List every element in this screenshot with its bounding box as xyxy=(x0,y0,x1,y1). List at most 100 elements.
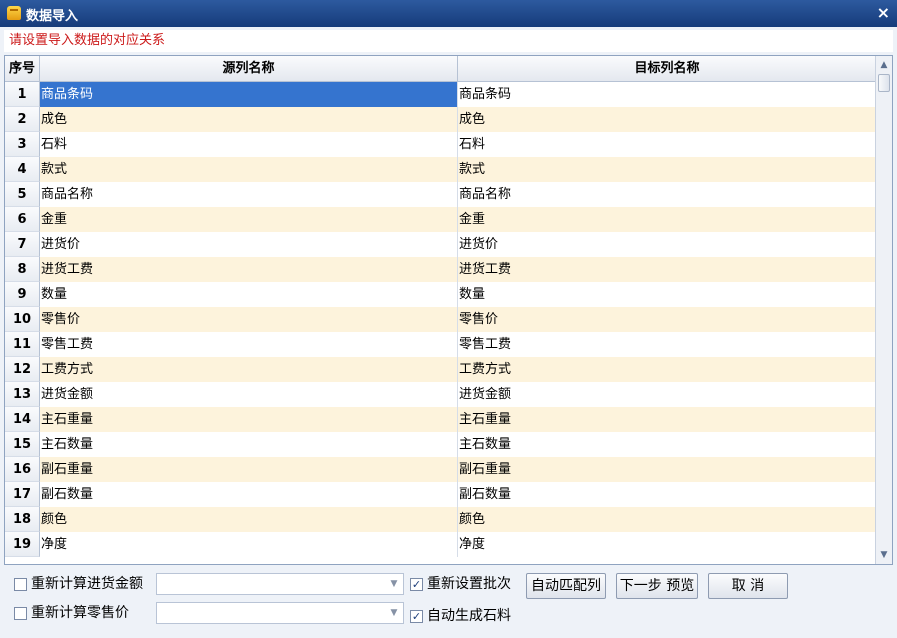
target-column-cell[interactable]: 商品名称 xyxy=(458,182,876,207)
row-number[interactable]: 19 xyxy=(5,532,40,557)
row-number[interactable]: 2 xyxy=(5,107,40,132)
table-row[interactable]: 14 主石重量 主石重量 xyxy=(5,407,876,432)
scroll-thumb[interactable] xyxy=(878,74,890,92)
table-row[interactable]: 16 副石重量 副石重量 xyxy=(5,457,876,482)
reset-batch-label: 重新设置批次 xyxy=(427,576,511,592)
table-row[interactable]: 4 款式 款式 xyxy=(5,157,876,182)
source-column-cell[interactable]: 颜色 xyxy=(40,507,458,532)
row-number[interactable]: 8 xyxy=(5,257,40,282)
table-row[interactable]: 17 副石数量 副石数量 xyxy=(5,482,876,507)
row-number[interactable]: 6 xyxy=(5,207,40,232)
auto-match-button[interactable]: 自动匹配列 xyxy=(526,573,606,599)
row-number[interactable]: 15 xyxy=(5,432,40,457)
source-column-cell[interactable]: 款式 xyxy=(40,157,458,182)
table-row[interactable]: 12 工费方式 工费方式 xyxy=(5,357,876,382)
source-column-cell[interactable]: 主石数量 xyxy=(40,432,458,457)
target-column-cell[interactable]: 进货金额 xyxy=(458,382,876,407)
table-row[interactable]: 10 零售价 零售价 xyxy=(5,307,876,332)
source-column-cell[interactable]: 商品条码 xyxy=(40,82,458,107)
source-column-cell[interactable]: 进货价 xyxy=(40,232,458,257)
retail-price-combo[interactable]: ▼ xyxy=(156,602,404,624)
row-number[interactable]: 5 xyxy=(5,182,40,207)
mapping-table: 序号 源列名称 目标列名称 1 商品条码 商品条码 2 成色 成色 3 石料 石料 4 款式 款式 5 商… xyxy=(4,55,893,565)
table-row[interactable]: 7 进货价 进货价 xyxy=(5,232,876,257)
target-column-cell[interactable]: 主石数量 xyxy=(458,432,876,457)
target-column-cell[interactable]: 石料 xyxy=(458,132,876,157)
purchase-amount-combo[interactable]: ▼ xyxy=(156,573,404,595)
target-column-cell[interactable]: 成色 xyxy=(458,107,876,132)
recalc-retail-price-checkbox[interactable] xyxy=(14,607,27,620)
table-row[interactable]: 11 零售工费 零售工费 xyxy=(5,332,876,357)
target-column-cell[interactable]: 主石重量 xyxy=(458,407,876,432)
table-row[interactable]: 18 颜色 颜色 xyxy=(5,507,876,532)
source-column-cell[interactable]: 零售工费 xyxy=(40,332,458,357)
source-column-cell[interactable]: 副石数量 xyxy=(40,482,458,507)
auto-generate-stone-label: 自动生成石料 xyxy=(427,608,511,624)
source-column-cell[interactable]: 金重 xyxy=(40,207,458,232)
source-column-cell[interactable]: 进货金额 xyxy=(40,382,458,407)
scroll-down-icon[interactable]: ▼ xyxy=(876,547,892,563)
cancel-button[interactable]: 取 消 xyxy=(708,573,788,599)
row-number[interactable]: 13 xyxy=(5,382,40,407)
table-row[interactable]: 3 石料 石料 xyxy=(5,132,876,157)
target-column-cell[interactable]: 净度 xyxy=(458,532,876,557)
target-column-cell[interactable]: 进货工费 xyxy=(458,257,876,282)
table-row[interactable]: 19 净度 净度 xyxy=(5,532,876,557)
table-row[interactable]: 1 商品条码 商品条码 xyxy=(5,82,876,107)
table-row[interactable]: 9 数量 数量 xyxy=(5,282,876,307)
target-column-cell[interactable]: 工费方式 xyxy=(458,357,876,382)
auto-generate-stone-checkbox[interactable]: ✓ xyxy=(410,610,423,623)
source-column-cell[interactable]: 数量 xyxy=(40,282,458,307)
row-number[interactable]: 1 xyxy=(5,82,40,107)
title-bar[interactable]: 数据导入 × xyxy=(0,0,897,27)
recalc-purchase-amount-checkbox[interactable] xyxy=(14,578,27,591)
row-number[interactable]: 3 xyxy=(5,132,40,157)
row-number[interactable]: 4 xyxy=(5,157,40,182)
row-number[interactable]: 12 xyxy=(5,357,40,382)
app-icon xyxy=(7,6,21,20)
target-column-cell[interactable]: 零售价 xyxy=(458,307,876,332)
target-column-cell[interactable]: 金重 xyxy=(458,207,876,232)
source-column-cell[interactable]: 净度 xyxy=(40,532,458,557)
source-column-cell[interactable]: 石料 xyxy=(40,132,458,157)
row-number[interactable]: 17 xyxy=(5,482,40,507)
table-row[interactable]: 5 商品名称 商品名称 xyxy=(5,182,876,207)
table-row[interactable]: 8 进货工费 进货工费 xyxy=(5,257,876,282)
target-column-cell[interactable]: 零售工费 xyxy=(458,332,876,357)
source-column-cell[interactable]: 零售价 xyxy=(40,307,458,332)
source-column-cell[interactable]: 商品名称 xyxy=(40,182,458,207)
source-column-cell[interactable]: 成色 xyxy=(40,107,458,132)
next-preview-button[interactable]: 下一步 预览 xyxy=(616,573,698,599)
table-row[interactable]: 2 成色 成色 xyxy=(5,107,876,132)
table-row[interactable]: 15 主石数量 主石数量 xyxy=(5,432,876,457)
row-number[interactable]: 9 xyxy=(5,282,40,307)
reset-batch-checkbox[interactable]: ✓ xyxy=(410,578,423,591)
target-column-cell[interactable]: 进货价 xyxy=(458,232,876,257)
row-number[interactable]: 7 xyxy=(5,232,40,257)
row-number[interactable]: 18 xyxy=(5,507,40,532)
row-number[interactable]: 14 xyxy=(5,407,40,432)
target-column-cell[interactable]: 数量 xyxy=(458,282,876,307)
dropdown-arrow-icon[interactable]: ▼ xyxy=(385,574,403,594)
table-row[interactable]: 6 金重 金重 xyxy=(5,207,876,232)
source-column-cell[interactable]: 主石重量 xyxy=(40,407,458,432)
scroll-up-icon[interactable]: ▲ xyxy=(876,57,892,73)
header-target-column[interactable]: 目标列名称 xyxy=(458,56,876,81)
close-icon[interactable]: × xyxy=(877,3,890,22)
target-column-cell[interactable]: 颜色 xyxy=(458,507,876,532)
target-column-cell[interactable]: 副石重量 xyxy=(458,457,876,482)
header-no[interactable]: 序号 xyxy=(5,56,40,81)
target-column-cell[interactable]: 款式 xyxy=(458,157,876,182)
header-source-column[interactable]: 源列名称 xyxy=(40,56,458,81)
table-row[interactable]: 13 进货金额 进货金额 xyxy=(5,382,876,407)
target-column-cell[interactable]: 商品条码 xyxy=(458,82,876,107)
row-number[interactable]: 11 xyxy=(5,332,40,357)
dropdown-arrow-icon[interactable]: ▼ xyxy=(385,603,403,623)
row-number[interactable]: 16 xyxy=(5,457,40,482)
source-column-cell[interactable]: 副石重量 xyxy=(40,457,458,482)
target-column-cell[interactable]: 副石数量 xyxy=(458,482,876,507)
vertical-scrollbar[interactable]: ▲ ▼ xyxy=(875,56,892,564)
source-column-cell[interactable]: 进货工费 xyxy=(40,257,458,282)
row-number[interactable]: 10 xyxy=(5,307,40,332)
source-column-cell[interactable]: 工费方式 xyxy=(40,357,458,382)
